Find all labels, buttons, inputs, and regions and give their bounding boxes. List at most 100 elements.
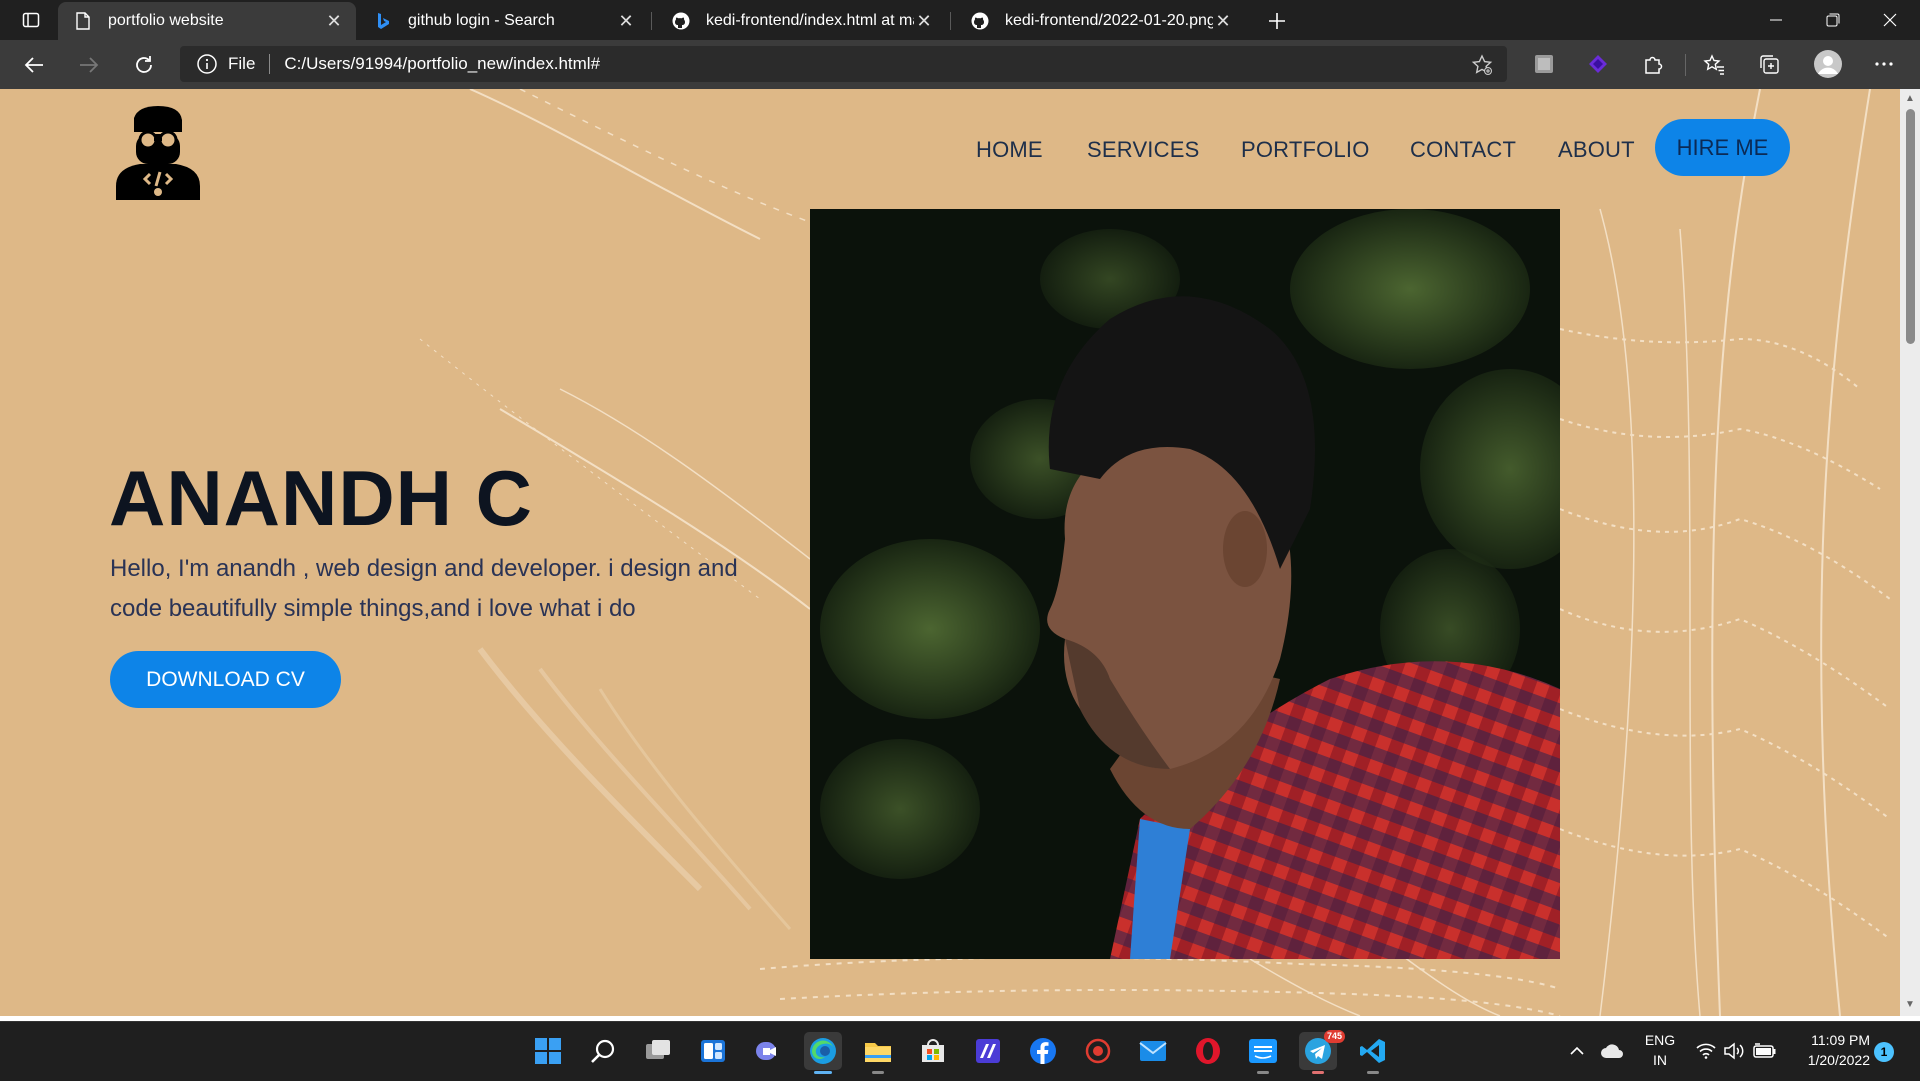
chevron-up-icon [1570,1046,1584,1055]
close-icon[interactable]: ✕ [914,11,934,31]
extension-button[interactable] [1528,48,1560,80]
widgets-icon [701,1040,725,1062]
windows-start-icon [535,1038,561,1064]
opera-icon [1196,1038,1220,1064]
show-hidden-icons-button[interactable] [1565,1032,1589,1070]
scroll-down-icon[interactable]: ▼ [1904,999,1916,1011]
vscode-icon [1360,1039,1385,1063]
start-button[interactable] [529,1032,567,1070]
nav-portfolio[interactable]: PORTFOLIO [1241,137,1370,163]
hero-description-line: Hello, I'm anandh , web design and devel… [110,555,738,582]
onedrive-button[interactable] [1597,1032,1627,1070]
nav-services[interactable]: SERVICES [1087,137,1199,163]
profile-photo [810,209,1560,959]
plus-icon [1269,13,1285,29]
task-view-button[interactable] [639,1032,677,1070]
vscode-button[interactable] [1354,1032,1392,1074]
scroll-up-icon[interactable]: ▲ [1904,93,1916,105]
hire-me-button[interactable]: HIRE ME [1655,119,1790,176]
site-nav: HOME SERVICES PORTFOLIO CONTACT ABOUT HI… [0,119,1900,179]
address-scheme: File [228,54,256,73]
microsoft-store-button[interactable] [914,1032,952,1070]
download-cv-button[interactable]: DOWNLOAD CV [110,651,341,708]
running-indicator [1257,1071,1269,1074]
profile-button[interactable] [1812,48,1844,80]
notification-badge[interactable]: 1 [1874,1042,1894,1062]
battery-button[interactable] [1751,1032,1779,1070]
file-explorer-button[interactable] [859,1032,897,1074]
edge-taskbar-button[interactable] [804,1032,842,1074]
new-tab-button[interactable] [1262,6,1292,36]
tab-kedi-frontend-index[interactable]: kedi-frontend/index.html at main ✕ [656,2,946,40]
back-button[interactable] [15,46,53,84]
extensions-button[interactable] [1637,48,1669,80]
close-icon[interactable]: ✕ [616,11,636,31]
taskbar-clock[interactable]: 11:09 PM 1/20/2022 [1790,1030,1870,1070]
scrollbar-thumb[interactable] [1906,109,1915,344]
close-icon[interactable]: ✕ [324,11,344,31]
close-icon[interactable]: ✕ [1213,11,1233,31]
app-button[interactable] [969,1032,1007,1070]
facebook-button[interactable] [1024,1032,1062,1070]
volume-button[interactable] [1721,1032,1747,1070]
search-icon [591,1039,615,1063]
tab-title: kedi-frontend/2022-01-20.png at [1005,12,1213,29]
screen-record-button[interactable] [1079,1032,1117,1070]
settings-more-button[interactable] [1868,48,1900,80]
toolbar-divider [1685,54,1686,76]
nav-home[interactable]: HOME [976,137,1043,163]
clock-date: 1/20/2022 [1807,1052,1870,1068]
running-indicator [814,1071,832,1074]
mail-button[interactable] [1134,1032,1172,1070]
widgets-button[interactable] [694,1032,732,1070]
extension-square-icon [1535,55,1553,73]
app-icon [976,1039,1000,1063]
favorites-button[interactable] [1698,48,1730,80]
tab-github-login-search[interactable]: github login - Search ✕ [358,2,648,40]
tab-title: github login - Search [408,12,555,29]
avatar-icon [1814,50,1842,78]
taskbar-search-button[interactable] [584,1032,622,1070]
tab-kedi-frontend-png[interactable]: kedi-frontend/2022-01-20.png at ✕ [955,2,1245,40]
close-window-button[interactable] [1862,0,1918,40]
puzzle-icon [1645,56,1663,74]
extension-diamond-icon [1589,55,1607,73]
edge-icon [810,1038,836,1064]
telegram-button[interactable]: 745 [1299,1030,1345,1074]
microsoft-store-icon [922,1039,944,1062]
running-indicator [872,1071,884,1074]
favorites-star-icon [1703,54,1724,75]
cloud-icon [1601,1044,1623,1058]
extension-button[interactable] [1582,48,1614,80]
hero-name: ANANDH C [109,454,533,542]
restore-button[interactable] [1805,0,1861,40]
add-favorite-icon[interactable] [1471,54,1493,76]
wifi-icon [1696,1043,1716,1059]
refresh-icon [136,56,152,73]
wifi-button[interactable] [1693,1032,1719,1070]
teams-chat-button[interactable] [749,1032,787,1070]
address-bar[interactable]: File C:/Users/91994/portfolio_new/index.… [180,46,1507,82]
tab-portfolio-website[interactable]: portfolio website ✕ [58,2,356,40]
tab-actions-button[interactable] [8,4,54,36]
nav-about[interactable]: ABOUT [1558,137,1635,163]
nav-contact[interactable]: CONTACT [1410,137,1516,163]
collections-button[interactable] [1753,48,1785,80]
info-icon[interactable] [196,53,218,75]
running-indicator [1312,1071,1324,1074]
task-view-icon [646,1040,670,1059]
refresh-button[interactable] [125,46,163,84]
prime-video-button[interactable] [1244,1032,1282,1074]
forward-button[interactable] [70,46,108,84]
address-url[interactable]: C:/Users/91994/portfolio_new/index.html# [284,54,600,74]
input-language-indicator[interactable]: ENG IN [1640,1030,1680,1070]
hero-description: Hello, I'm anandh , web design and devel… [110,549,790,629]
forward-arrow-icon [80,57,99,73]
bing-icon [374,12,392,30]
speaker-icon [1724,1042,1744,1060]
minimize-button[interactable] [1748,0,1804,40]
opera-button[interactable] [1189,1032,1227,1070]
page-icon [74,12,92,30]
page-scrollbar[interactable]: ▲ ▼ [1900,89,1920,1016]
prime-video-icon [1249,1039,1277,1063]
